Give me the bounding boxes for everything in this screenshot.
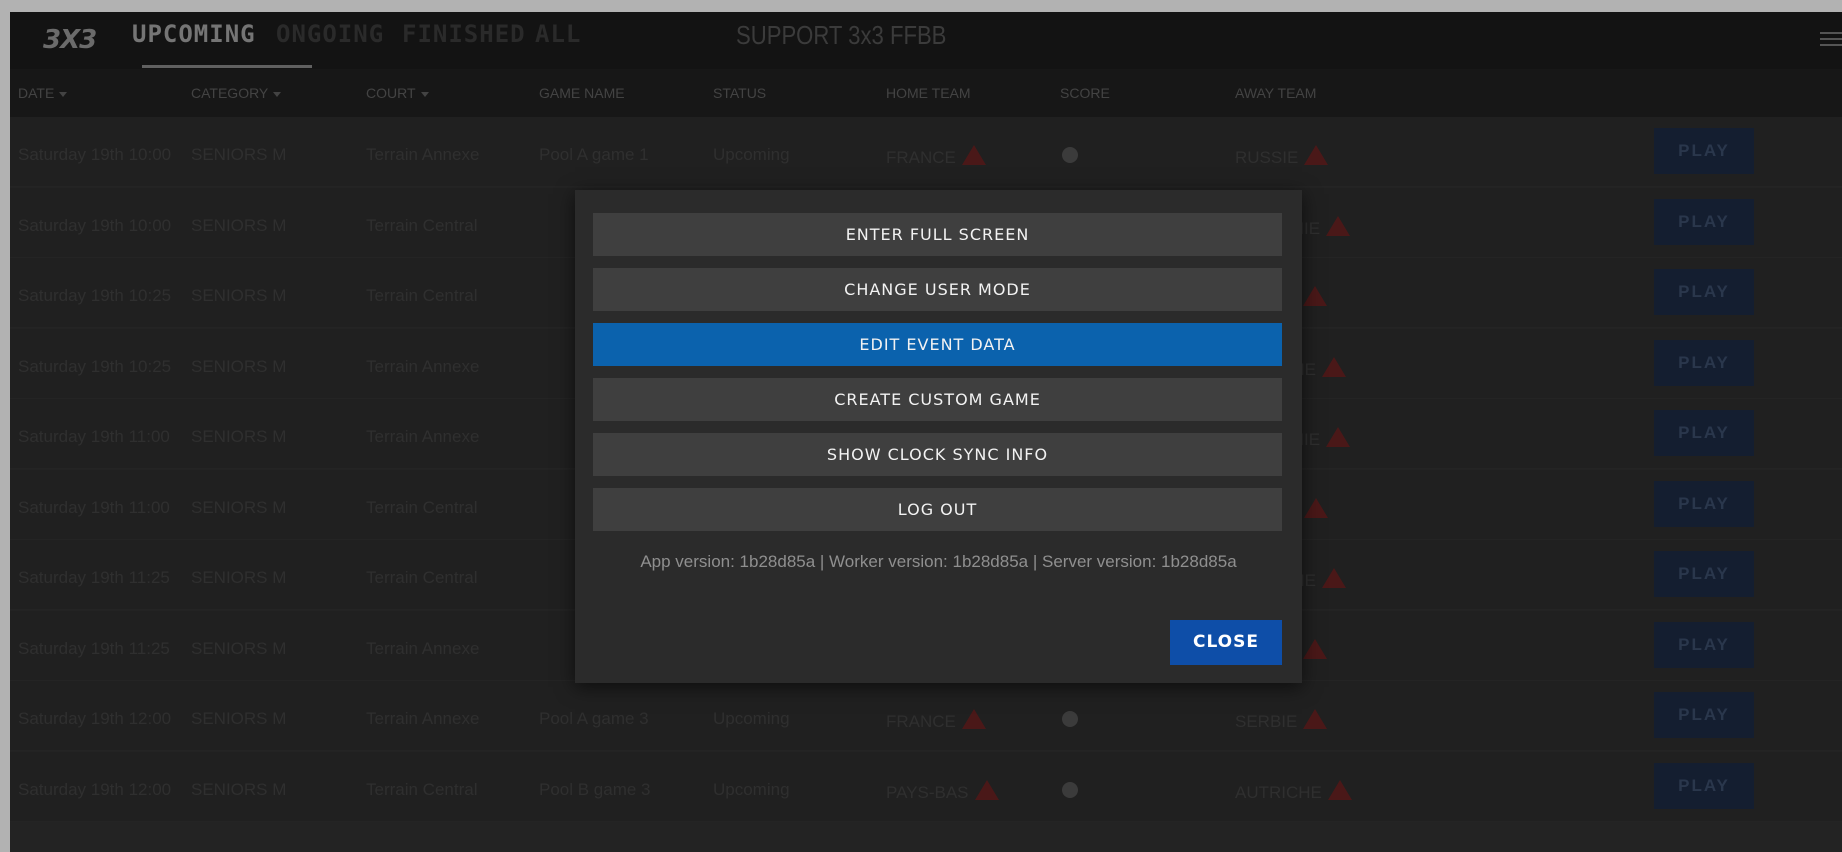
create-custom-game-button[interactable]: CREATE CUSTOM GAME (593, 378, 1282, 421)
show-clock-sync-info-button[interactable]: SHOW CLOCK SYNC INFO (593, 433, 1282, 476)
version-info: App version: 1b28d85a | Worker version: … (640, 552, 1237, 571)
settings-dialog: ENTER FULL SCREEN CHANGE USER MODE EDIT … (575, 190, 1302, 683)
modal-overlay: ENTER FULL SCREEN CHANGE USER MODE EDIT … (0, 0, 1842, 852)
close-button[interactable]: CLOSE (1170, 620, 1282, 665)
edit-event-data-button[interactable]: EDIT EVENT DATA (593, 323, 1282, 366)
change-user-mode-button[interactable]: CHANGE USER MODE (593, 268, 1282, 311)
enter-full-screen-button[interactable]: ENTER FULL SCREEN (593, 213, 1282, 256)
log-out-button[interactable]: LOG OUT (593, 488, 1282, 531)
